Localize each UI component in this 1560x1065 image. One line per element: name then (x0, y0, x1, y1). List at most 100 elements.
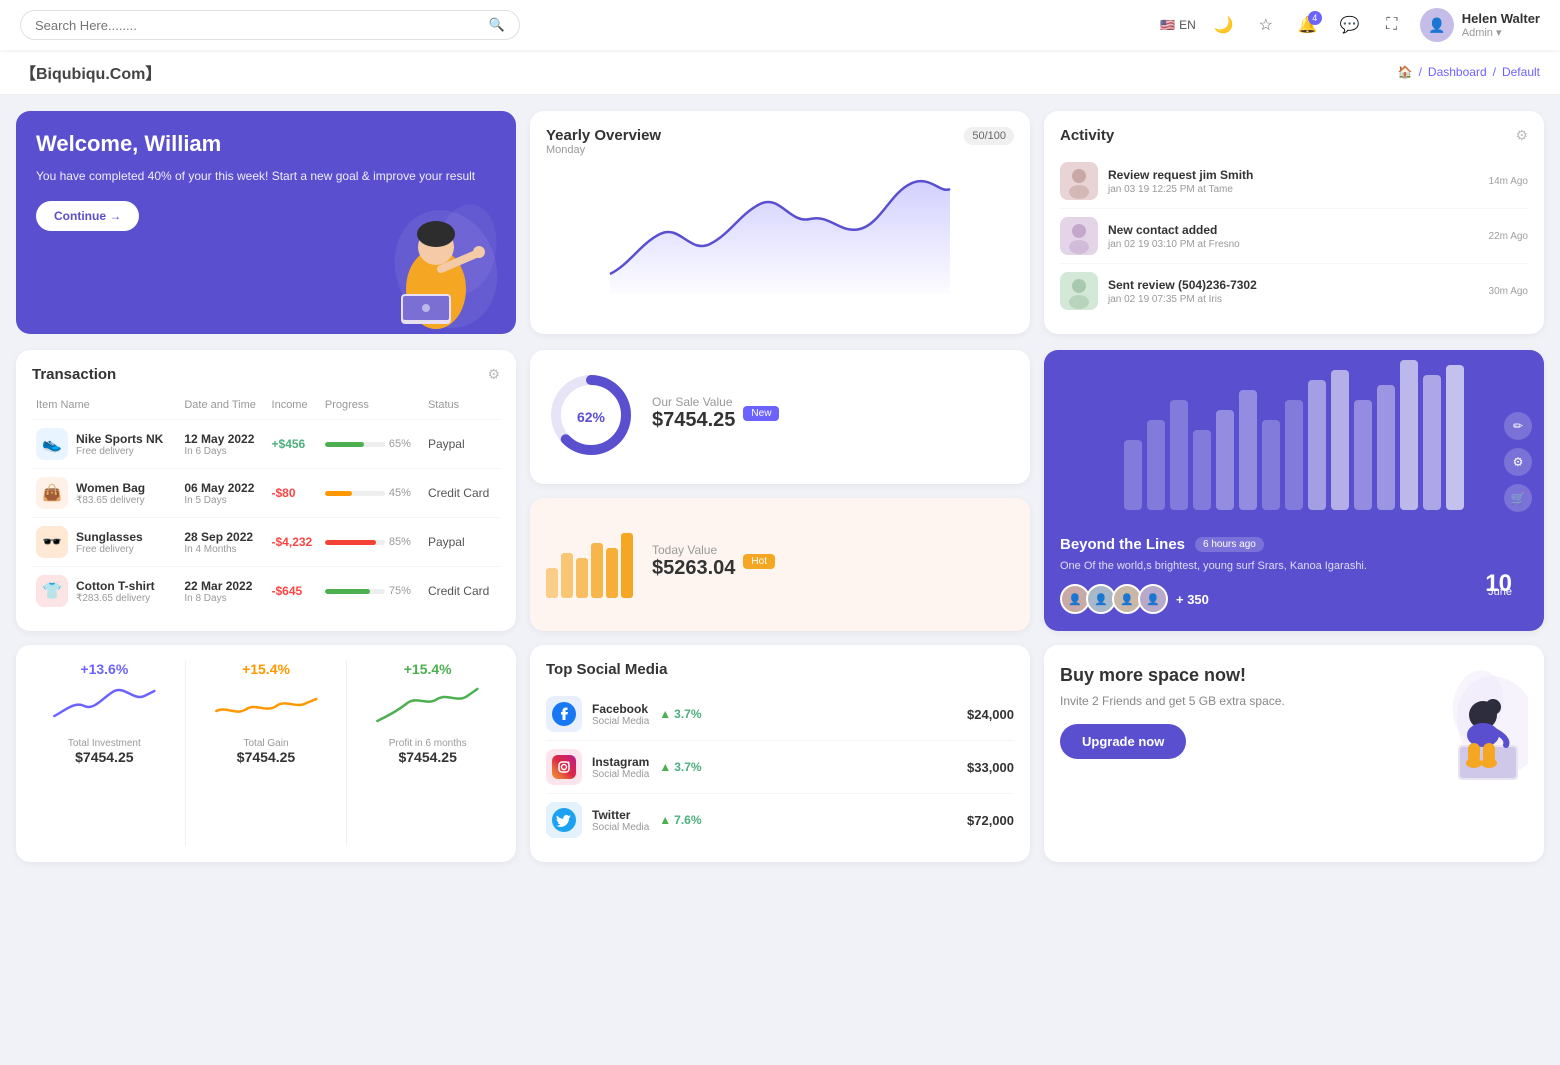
item-name-3: Cotton T-shirt (76, 579, 155, 593)
beyond-time: 6 hours ago (1195, 537, 1264, 552)
item-income-0: +$456 (268, 420, 321, 469)
transaction-row-2: 🕶️ Sunglasses Free delivery 28 Sep 2022 … (32, 518, 500, 567)
stat-profit: +15.4% Profit in 6 months $7454.25 (355, 661, 500, 846)
activity-avatar-2 (1060, 272, 1098, 310)
item-date-3: 22 Mar 2022 (184, 579, 263, 593)
facebook-val: $24,000 (967, 707, 1014, 722)
activity-time-0: 14m Ago (1489, 176, 1528, 187)
beyond-count: + 350 (1176, 592, 1209, 607)
favorites-icon[interactable]: ☆ (1252, 11, 1280, 39)
yearly-badge: 50/100 (964, 127, 1014, 145)
language-selector[interactable]: 🇺🇸 EN (1160, 18, 1196, 32)
activity-avatar-1 (1060, 217, 1098, 255)
stat-gain-pct: +15.4% (194, 661, 339, 677)
today-label: Today Value (652, 543, 735, 557)
col-date-time: Date and Time (180, 395, 267, 420)
item-status-1: Credit Card (424, 469, 500, 518)
dark-mode-toggle[interactable]: 🌙 (1210, 11, 1238, 39)
space-text: Buy more space now! Invite 2 Friends and… (1060, 665, 1398, 759)
donut-percent: 62% (577, 409, 605, 425)
today-info: Today Value $5263.04 (652, 543, 735, 580)
item-icon-3: 👕 (36, 575, 68, 607)
sale-info: Our Sale Value $7454.25 (652, 395, 735, 432)
stat-investment: +13.6% Total Investment $7454.25 (32, 661, 177, 846)
activity-item-0: Review request jim Smith jan 03 19 12:25… (1060, 154, 1528, 209)
welcome-illustration (346, 189, 506, 334)
row3-grid: +13.6% Total Investment $7454.25 +15.4% … (0, 645, 1560, 878)
social-list: Facebook Social Media ▲ 3.7% $24,000 Ins… (546, 688, 1014, 846)
stat-gain: +15.4% Total Gain $7454.25 (194, 661, 339, 846)
sale-label: Our Sale Value (652, 395, 735, 409)
hot-badge: Hot (743, 554, 775, 569)
stats-card: +13.6% Total Investment $7454.25 +15.4% … (16, 645, 516, 862)
upgrade-button[interactable]: Upgrade now (1060, 724, 1186, 759)
twitter-info: Twitter Social Media (592, 808, 649, 833)
breadcrumb-bar: 【Biqubiqu.Com】 🏠 / Dashboard / Default (0, 50, 1560, 95)
beyond-lines-card: Beyond the Lines 6 hours ago One Of the … (1044, 350, 1544, 631)
social-item-twitter: Twitter Social Media ▲ 7.6% $72,000 (546, 794, 1014, 846)
brand-logo: 【Biqubiqu.Com】 (20, 60, 161, 84)
stat-gain-val: $7454.25 (194, 749, 339, 765)
transaction-settings-icon[interactable]: ⚙ (487, 366, 500, 383)
fullscreen-icon[interactable]: ⛶ (1378, 11, 1406, 39)
buy-space-card: Buy more space now! Invite 2 Friends and… (1044, 645, 1544, 862)
activity-title: Activity (1060, 127, 1114, 144)
activity-list: Review request jim Smith jan 03 19 12:25… (1060, 154, 1528, 318)
messages-icon[interactable]: 💬 (1336, 11, 1364, 39)
stat-profit-val: $7454.25 (355, 749, 500, 765)
stat-gain-label: Total Gain (194, 738, 339, 749)
breadcrumb-dashboard[interactable]: Dashboard (1428, 65, 1487, 79)
sale-column: 62% Our Sale Value $7454.25 New (530, 350, 1030, 631)
item-icon-1: 👜 (36, 477, 68, 509)
item-income-3: -$645 (268, 567, 321, 616)
item-icon-0: 👟 (36, 428, 68, 460)
item-date-0: 12 May 2022 (184, 432, 263, 446)
item-sub-2: Free delivery (76, 544, 143, 555)
facebook-info: Facebook Social Media (592, 702, 649, 727)
col-progress: Progress (321, 395, 424, 420)
twitter-val: $72,000 (967, 813, 1014, 828)
transaction-row-3: 👕 Cotton T-shirt ₹283.65 delivery 22 Mar… (32, 567, 500, 616)
activity-info-1: New contact added jan 02 19 03:10 PM at … (1108, 223, 1479, 250)
item-income-1: -$80 (268, 469, 321, 518)
activity-settings-icon[interactable]: ⚙ (1515, 127, 1528, 144)
user-profile[interactable]: 👤 Helen Walter Admin ▾ (1420, 8, 1540, 42)
item-icon-2: 🕶️ (36, 526, 68, 558)
stat-sep-2 (346, 661, 347, 846)
beyond-month: June (1488, 586, 1512, 598)
stat-profit-pct: +15.4% (355, 661, 500, 677)
stat-sep-1 (185, 661, 186, 846)
search-input[interactable] (35, 18, 481, 33)
social-media-card: Top Social Media Facebook Social Media ▲… (530, 645, 1030, 862)
activity-time-1: 22m Ago (1489, 231, 1528, 242)
beyond-desc: One Of the world,s brightest, young surf… (1060, 559, 1528, 574)
instagram-pct: ▲ 3.7% (659, 760, 701, 774)
stat-gain-chart (194, 681, 339, 731)
col-status: Status (424, 395, 500, 420)
beyond-avatars: 👤 👤 👤 👤 + 350 (1060, 584, 1209, 614)
beyond-content: Beyond the Lines 6 hours ago One Of the … (1060, 366, 1528, 614)
user-name: Helen Walter (1462, 11, 1540, 26)
activity-item-1: New contact added jan 02 19 03:10 PM at … (1060, 209, 1528, 264)
language-label: EN (1179, 18, 1196, 32)
notification-badge: 4 (1308, 11, 1322, 25)
item-date-2: 28 Sep 2022 (184, 530, 263, 544)
item-cell-3: 👕 Cotton T-shirt ₹283.65 delivery (36, 575, 176, 607)
item-progress-0: 65% (325, 438, 420, 450)
stat-investment-pct: +13.6% (32, 661, 177, 677)
search-bar[interactable]: 🔍 (20, 10, 520, 40)
item-cell-0: 👟 Nike Sports NK Free delivery (36, 428, 176, 460)
item-sub-1: ₹83.65 delivery (76, 495, 145, 506)
transaction-table: Item Name Date and Time Income Progress … (32, 395, 500, 615)
notifications-icon[interactable]: 🔔 4 (1294, 11, 1322, 39)
breadcrumb-default: Default (1502, 65, 1540, 79)
facebook-icon (546, 696, 582, 732)
continue-button[interactable]: Continue → (36, 201, 139, 231)
home-icon[interactable]: 🏠 (1398, 65, 1413, 79)
stat-investment-label: Total Investment (32, 738, 177, 749)
user-role: Admin ▾ (1462, 26, 1540, 39)
sale-card: 62% Our Sale Value $7454.25 New (530, 350, 1030, 484)
item-sub-0: Free delivery (76, 446, 163, 457)
item-income-2: -$4,232 (268, 518, 321, 567)
yearly-chart (546, 164, 1014, 297)
